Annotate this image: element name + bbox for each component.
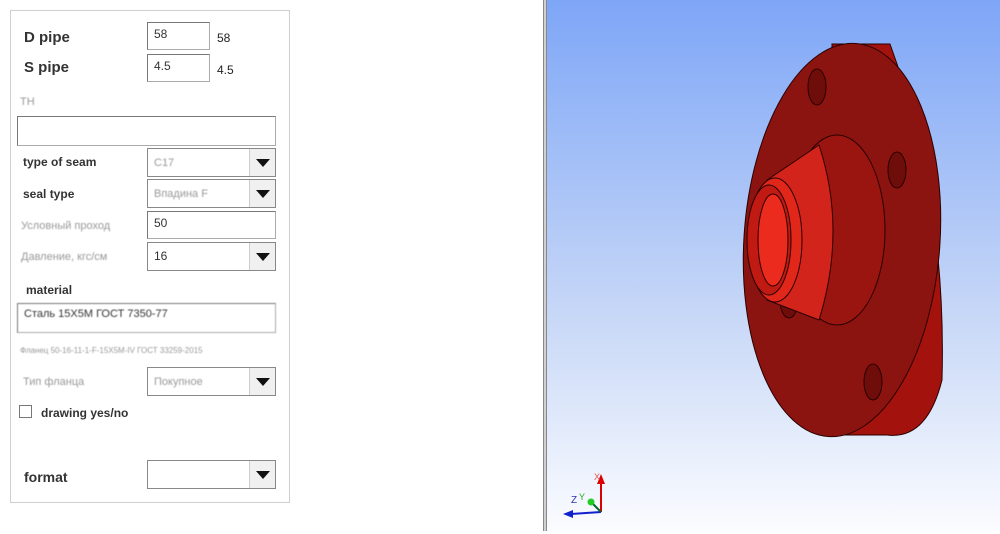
type-of-seam-select[interactable]: C17 <box>147 148 276 177</box>
x-label: X <box>594 472 600 482</box>
y-label: Y <box>579 492 585 502</box>
material-input[interactable]: Сталь 15Х5М ГОСТ 7350-77 <box>17 303 276 333</box>
bolt-hole <box>807 68 827 106</box>
3d-viewport[interactable]: X Z Y <box>547 0 1000 531</box>
type-of-seam-value: C17 <box>154 157 175 169</box>
chevron-down-icon[interactable] <box>249 368 275 395</box>
flange-model: X Z Y <box>563 42 943 518</box>
pipe-inner <box>757 193 789 287</box>
s-pipe-label: S pipe <box>24 59 70 76</box>
s-pipe-display: 4.5 <box>217 63 234 77</box>
th-label: TH <box>20 96 35 108</box>
pressure-value: 16 <box>154 249 168 263</box>
flange-type-value: Покупное <box>154 376 203 388</box>
flange-designation: Фланец 50-16-11-1-F-15Х5М-IV ГОСТ 33259-… <box>20 346 203 355</box>
format-select[interactable] <box>147 460 276 489</box>
axis-triad: X Z Y <box>563 472 605 518</box>
z-arrow <box>563 510 573 518</box>
drawing-checkbox[interactable] <box>19 405 32 418</box>
material-label: material <box>26 283 73 297</box>
z-label: Z <box>571 495 577 506</box>
d-pipe-input[interactable]: 58 <box>147 22 210 50</box>
chevron-down-icon[interactable] <box>249 180 275 207</box>
bolt-hole <box>887 151 907 189</box>
z-axis <box>570 511 602 515</box>
seal-type-value: Впадина F <box>154 188 208 200</box>
drawing-label: drawing yes/no <box>41 406 129 420</box>
d-pipe-label: D pipe <box>24 29 70 46</box>
flange-type-select[interactable]: Покупное <box>147 367 276 396</box>
flange-type-label: Тип фланца <box>23 376 85 388</box>
pressure-label: Давление, кгс/см <box>21 251 108 263</box>
y-dot <box>587 498 595 506</box>
seal-type-select[interactable]: Впадина F <box>147 179 276 208</box>
chevron-down-icon[interactable] <box>249 149 275 176</box>
pressure-select[interactable]: 16 <box>147 242 276 271</box>
seal-type-label: seal type <box>23 187 75 201</box>
nominal-bore-input[interactable]: 50 <box>147 211 276 239</box>
nominal-bore-label: Условный проход <box>21 220 111 232</box>
s-pipe-input[interactable]: 4.5 <box>147 54 210 82</box>
type-of-seam-label: type of seam <box>23 155 97 169</box>
bolt-hole <box>863 363 883 401</box>
chevron-down-icon[interactable] <box>249 243 275 270</box>
d-pipe-display: 58 <box>217 31 231 45</box>
th-input[interactable] <box>17 116 276 146</box>
format-label: format <box>24 469 68 485</box>
parameters-panel: D pipe 58 58 S pipe 4.5 4.5 TH type of s… <box>10 10 290 503</box>
chevron-down-icon[interactable] <box>249 461 275 488</box>
